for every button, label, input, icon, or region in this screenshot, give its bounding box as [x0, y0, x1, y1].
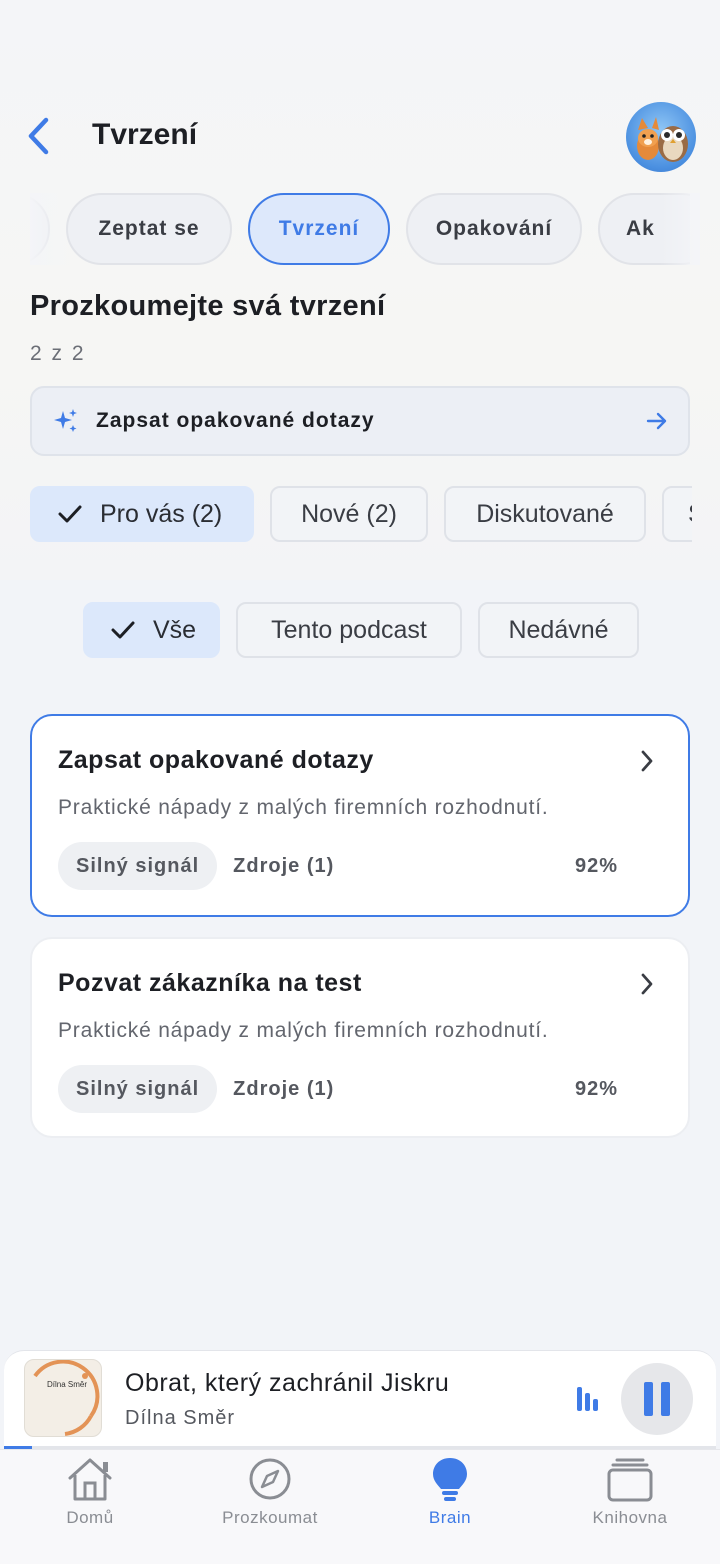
claims-counter: 2 z 2 — [30, 342, 86, 365]
chip-label: S — [688, 500, 692, 529]
avatar[interactable] — [626, 102, 696, 172]
signal-badge: Silný signál — [58, 1065, 218, 1113]
checkmark-icon — [111, 621, 135, 639]
nav-home[interactable]: Domů — [0, 1456, 180, 1528]
equalizer-icon — [577, 1387, 598, 1411]
primary-filters: Pro vás (2) Nové (2) Diskutované S — [30, 486, 692, 542]
filter-new[interactable]: Nové (2) — [270, 486, 428, 542]
filter-all[interactable]: Vše — [83, 602, 220, 658]
tab-review[interactable]: Opakování — [406, 193, 582, 265]
nav-label: Prozkoumat — [222, 1508, 318, 1527]
tab-label: Ak — [626, 217, 655, 240]
chip-label: Nedávné — [508, 615, 609, 644]
chip-label: Pro vás (2) — [100, 499, 223, 528]
chevron-right-icon — [641, 973, 653, 995]
avatar-illustration — [637, 117, 688, 162]
nav-label: Domů — [66, 1508, 114, 1527]
claim-card[interactable]: Zapsat opakované dotazy Praktické nápady… — [30, 714, 690, 917]
section-tabs: mů Zeptat se Tvrzení Opakování Ak — [30, 193, 690, 265]
pause-button[interactable] — [621, 1363, 693, 1435]
tab-label: Zeptat se — [98, 217, 200, 240]
nav-brain[interactable]: Brain — [360, 1456, 540, 1528]
section-title: Prozkoumejte svá tvrzení — [30, 290, 386, 322]
tabs-fade-right — [660, 193, 700, 265]
chip-label: Vše — [153, 615, 197, 644]
filter-for-you[interactable]: Pro vás (2) — [30, 486, 254, 542]
pause-icon — [644, 1382, 670, 1416]
back-button[interactable] — [18, 116, 58, 156]
claim-description: Praktické nápady z malých firemních rozh… — [58, 1019, 549, 1042]
filter-recent[interactable]: Nedávné — [478, 602, 639, 658]
chip-label: Nové (2) — [301, 499, 397, 528]
nav-explore[interactable]: Prozkoumat — [180, 1456, 360, 1528]
page-title: Tvrzení — [92, 118, 198, 151]
episode-artwork: Dílna Směr — [24, 1359, 102, 1437]
nav-library[interactable]: Knihovna — [540, 1456, 720, 1528]
tab-claims[interactable]: Tvrzení — [248, 193, 390, 265]
filter-more[interactable]: S — [662, 486, 692, 542]
tab-ask[interactable]: Zeptat se — [66, 193, 232, 265]
confidence-score: 92% — [574, 854, 618, 877]
chip-label: Tento podcast — [271, 615, 427, 644]
tabs-fade-left — [30, 193, 70, 265]
sparkles-icon — [54, 409, 77, 432]
claim-title: Pozvat zákazníka na test — [58, 969, 362, 997]
cta-label: Zapsat opakované dotazy — [96, 409, 375, 432]
chip-label: Diskutované — [476, 499, 614, 528]
claim-description: Praktické nápady z malých firemních rozh… — [58, 796, 549, 819]
sources-link[interactable]: Zdroje (1) — [233, 855, 575, 878]
claim-meta: Silný signál Zdroje (1) 92% — [58, 1065, 618, 1113]
chevron-right-icon — [641, 750, 653, 772]
arrow-right-icon — [646, 412, 667, 430]
tab-label: Opakování — [435, 217, 553, 240]
tab-label: Tvrzení — [278, 217, 360, 240]
nav-label: Brain — [428, 1508, 472, 1527]
nav-label: Knihovna — [592, 1508, 668, 1527]
lightbulb-icon — [433, 1458, 467, 1501]
generate-claim-button[interactable]: Zapsat opakované dotazy — [30, 386, 690, 456]
artwork-arc — [33, 1360, 100, 1436]
filter-discussed[interactable]: Diskutované — [444, 486, 646, 542]
mini-player[interactable]: Dílna Směr Obrat, který zachránil Jiskru… — [4, 1350, 716, 1448]
bottom-navigation: Domů Prozkoumat Brain Knihovna — [0, 1449, 720, 1564]
episode-title: Obrat, který zachránil Jiskru — [125, 1369, 450, 1397]
claim-title: Zapsat opakované dotazy — [58, 746, 374, 774]
library-icon — [607, 1458, 653, 1502]
signal-badge: Silný signál — [58, 842, 218, 890]
checkmark-icon — [58, 505, 82, 523]
claim-meta: Silný signál Zdroje (1) 92% — [58, 842, 618, 890]
chevron-left-icon — [28, 117, 49, 155]
sources-link[interactable]: Zdroje (1) — [233, 1078, 575, 1101]
claim-card[interactable]: Pozvat zákazníka na test Praktické nápad… — [30, 937, 690, 1138]
confidence-score: 92% — [574, 1077, 618, 1100]
filter-this-podcast[interactable]: Tento podcast — [236, 602, 462, 658]
podcast-name: Dílna Směr — [125, 1407, 236, 1429]
compass-icon — [249, 1458, 291, 1500]
artwork-label: Dílna Směr — [47, 1380, 88, 1389]
home-icon — [68, 1458, 112, 1501]
